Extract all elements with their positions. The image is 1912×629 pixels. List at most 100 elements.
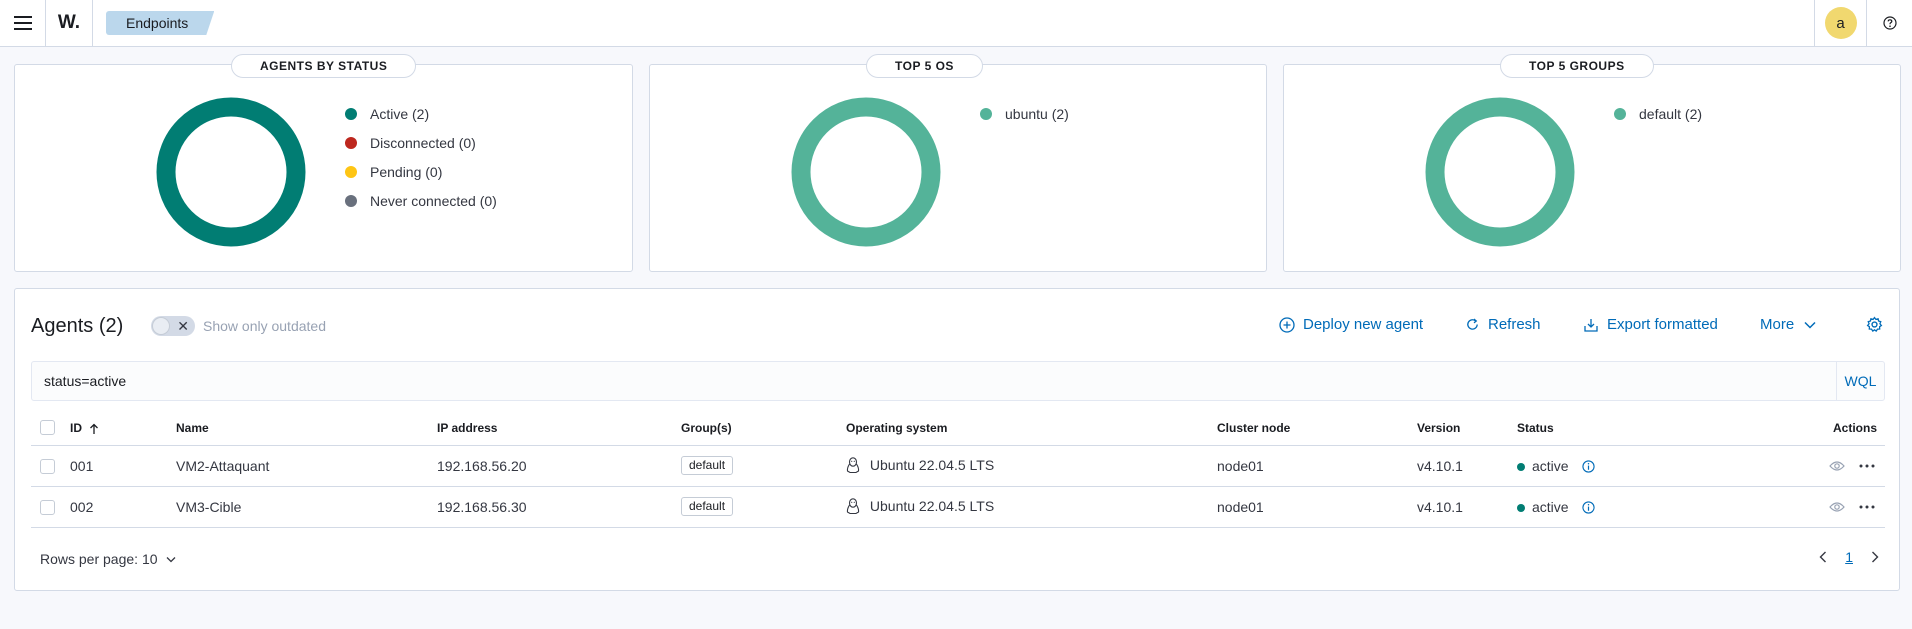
legend-label: Disconnected (0) bbox=[370, 134, 476, 151]
legend-swatch bbox=[1614, 107, 1626, 120]
rows-per-page-label: Rows per page: 10 bbox=[40, 551, 158, 567]
chevron-down-icon bbox=[1804, 321, 1816, 329]
legend-label: Never connected (0) bbox=[370, 192, 497, 209]
export-formatted-button[interactable]: Export formatted bbox=[1583, 316, 1718, 333]
cell-name: VM3-Cible bbox=[176, 486, 437, 528]
deploy-new-agent-button[interactable]: Deploy new agent bbox=[1279, 316, 1423, 333]
cell-status: active bbox=[1517, 486, 1717, 528]
row-checkbox[interactable] bbox=[40, 458, 55, 474]
search-input[interactable] bbox=[32, 362, 1827, 400]
column-header-name[interactable]: Name bbox=[176, 411, 437, 446]
close-icon: ✕ bbox=[177, 318, 189, 334]
top-groups-panel: TOP 5 GROUPS default (2) bbox=[1283, 54, 1901, 272]
legend-item-pending[interactable]: Pending (0) bbox=[345, 157, 497, 186]
cell-id: 002 bbox=[70, 486, 176, 528]
refresh-label: Refresh bbox=[1488, 316, 1541, 333]
hamburger-menu-icon bbox=[13, 16, 32, 30]
cell-version: v4.10.1 bbox=[1417, 486, 1517, 528]
column-header-cluster[interactable]: Cluster node bbox=[1217, 411, 1417, 446]
cell-group: default bbox=[681, 445, 846, 487]
export-label: Export formatted bbox=[1607, 316, 1718, 333]
legend-label: default (2) bbox=[1639, 105, 1703, 122]
column-header-status[interactable]: Status bbox=[1517, 411, 1717, 446]
status-donut-chart[interactable] bbox=[156, 97, 306, 247]
menu-button[interactable] bbox=[0, 0, 46, 46]
search-bar: WQL bbox=[31, 361, 1885, 401]
linux-icon bbox=[846, 498, 860, 515]
top-navigation-bar: W. Endpoints a bbox=[0, 0, 1912, 47]
legend-item-never-connected[interactable]: Never connected (0) bbox=[345, 186, 497, 215]
donut-segment-active bbox=[156, 97, 306, 247]
column-header-version[interactable]: Version bbox=[1417, 411, 1517, 446]
show-outdated-toggle[interactable]: ✕ bbox=[151, 316, 195, 336]
chevron-left-icon[interactable] bbox=[1819, 551, 1827, 563]
app-logo[interactable]: W. bbox=[46, 0, 93, 46]
agents-title: Agents (2) bbox=[31, 315, 124, 337]
info-icon[interactable] bbox=[1582, 501, 1596, 514]
more-options-icon[interactable] bbox=[1859, 464, 1875, 468]
legend-item-disconnected[interactable]: Disconnected (0) bbox=[345, 128, 497, 157]
more-options-icon[interactable] bbox=[1859, 505, 1875, 509]
top-os-panel: TOP 5 OS ubuntu (2) bbox=[649, 54, 1267, 272]
table-row[interactable]: 002 VM3-Cible 192.168.56.30 default Ubun… bbox=[31, 486, 1885, 528]
legend-label: Pending (0) bbox=[370, 163, 443, 180]
column-header-groups[interactable]: Group(s) bbox=[681, 411, 846, 446]
chevron-right-icon[interactable] bbox=[1871, 551, 1879, 563]
sort-arrow-up-icon bbox=[90, 423, 99, 434]
legend-swatch bbox=[345, 136, 357, 149]
legend-item-ubuntu[interactable]: ubuntu (2) bbox=[980, 99, 1069, 128]
table-row[interactable]: 001 VM2-Attaquant 192.168.56.20 default … bbox=[31, 445, 1885, 487]
legend-item-active[interactable]: Active (2) bbox=[345, 99, 497, 128]
status-label: active bbox=[1532, 457, 1569, 474]
cell-ip: 192.168.56.20 bbox=[437, 445, 681, 487]
cell-status: active bbox=[1517, 445, 1717, 487]
cell-group: default bbox=[681, 486, 846, 528]
eye-icon[interactable] bbox=[1829, 501, 1845, 513]
os-label: Ubuntu 22.04.5 LTS bbox=[869, 456, 995, 473]
page-number[interactable]: 1 bbox=[1845, 549, 1853, 565]
agents-by-status-panel: AGENTS BY STATUS Active (2) Disconnected… bbox=[14, 54, 633, 272]
column-header-ip[interactable]: IP address bbox=[437, 411, 681, 446]
wql-button[interactable]: WQL bbox=[1836, 362, 1884, 400]
help-icon bbox=[1882, 16, 1897, 30]
deploy-label: Deploy new agent bbox=[1303, 316, 1424, 333]
status-dot bbox=[1517, 503, 1525, 512]
cell-cluster: node01 bbox=[1217, 486, 1417, 528]
cell-ip: 192.168.56.30 bbox=[437, 486, 681, 528]
cell-os: Ubuntu 22.04.5 LTS bbox=[846, 445, 1217, 487]
refresh-button[interactable]: Refresh bbox=[1465, 316, 1541, 333]
pagination: 1 bbox=[1819, 549, 1879, 565]
user-menu[interactable]: a bbox=[1814, 0, 1866, 46]
plus-circle-icon bbox=[1279, 316, 1295, 333]
select-all-checkbox[interactable] bbox=[40, 420, 55, 436]
column-header-id[interactable]: ID bbox=[70, 411, 176, 446]
group-tag[interactable]: default bbox=[681, 497, 734, 516]
os-donut-chart[interactable] bbox=[791, 97, 941, 247]
panel-title: TOP 5 GROUPS bbox=[1500, 54, 1654, 78]
show-outdated-label: Show only outdated bbox=[203, 318, 326, 334]
cell-version: v4.10.1 bbox=[1417, 445, 1517, 487]
legend-item-default[interactable]: default (2) bbox=[1614, 99, 1702, 128]
status-label: active bbox=[1532, 498, 1569, 515]
more-button[interactable]: More bbox=[1760, 316, 1816, 333]
avatar[interactable]: a bbox=[1824, 7, 1857, 39]
legend-label: Active (2) bbox=[370, 105, 430, 122]
status-legend: Active (2) Disconnected (0) Pending (0) … bbox=[345, 99, 497, 215]
refresh-icon bbox=[1467, 318, 1478, 330]
rows-per-page-selector[interactable]: Rows per page: 10 bbox=[40, 551, 176, 567]
help-button[interactable] bbox=[1866, 0, 1912, 46]
group-tag[interactable]: default bbox=[681, 456, 734, 475]
breadcrumb-endpoints[interactable]: Endpoints bbox=[106, 11, 214, 35]
groups-donut-chart[interactable] bbox=[1425, 97, 1575, 247]
table-settings-button[interactable] bbox=[1866, 316, 1891, 333]
column-header-actions: Actions bbox=[1717, 411, 1885, 446]
cell-id: 001 bbox=[70, 445, 176, 487]
column-header-os[interactable]: Operating system bbox=[846, 411, 1217, 446]
eye-icon[interactable] bbox=[1829, 460, 1845, 472]
donut-segment-ubuntu bbox=[791, 97, 941, 247]
info-icon[interactable] bbox=[1582, 460, 1596, 473]
panel-title: TOP 5 OS bbox=[866, 54, 983, 78]
column-label: ID bbox=[70, 420, 82, 435]
cell-os: Ubuntu 22.04.5 LTS bbox=[846, 486, 1217, 528]
row-checkbox[interactable] bbox=[40, 499, 55, 515]
